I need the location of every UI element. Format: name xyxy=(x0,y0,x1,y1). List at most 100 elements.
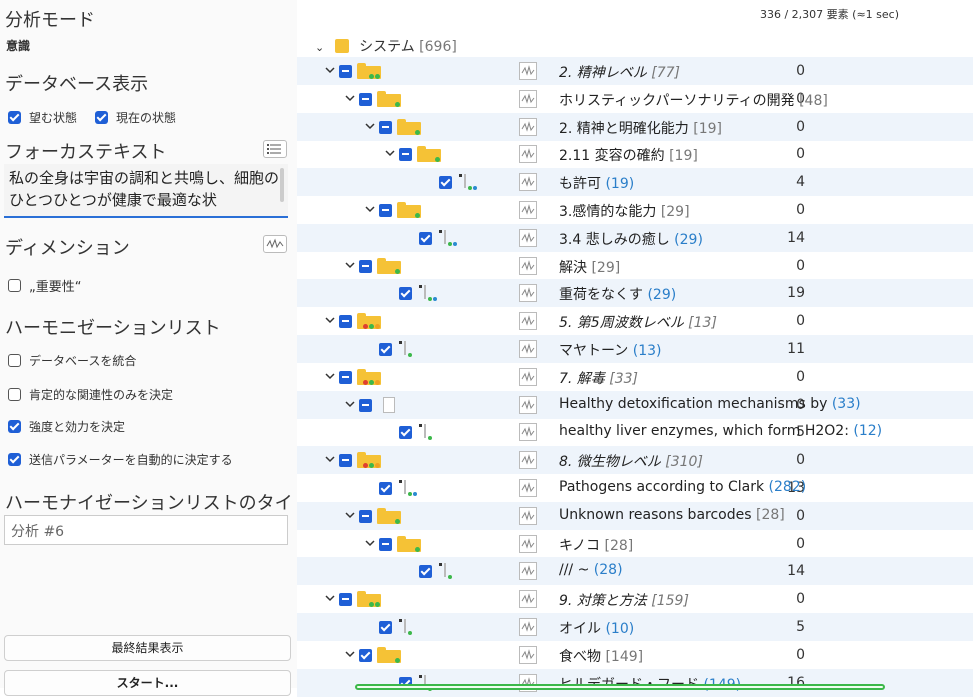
item-checkbox[interactable] xyxy=(399,426,412,440)
tree-row[interactable]: 4 も許可 (19) xyxy=(297,168,973,197)
waveform-icon[interactable] xyxy=(519,506,537,525)
tree-row[interactable]: 5 healthy liver enzymes, which form H2O2:… xyxy=(297,418,973,446)
waveform-icon[interactable] xyxy=(519,201,537,219)
waveform-icon[interactable] xyxy=(519,562,537,581)
autoparams-checkbox[interactable] xyxy=(8,453,21,466)
waveform-icon[interactable] xyxy=(519,228,537,247)
node-checkbox[interactable] xyxy=(339,65,352,78)
item-checkbox[interactable] xyxy=(419,231,432,245)
node-checkbox[interactable] xyxy=(359,398,372,412)
waveform-icon[interactable] xyxy=(263,235,287,253)
tree-row[interactable]: 0 キノコ [28] xyxy=(297,530,973,558)
chevron-down-icon[interactable] xyxy=(325,65,335,75)
chevron-down-icon[interactable] xyxy=(345,510,355,520)
tree-row[interactable]: 0 2. 精神と明確化能力 [19] xyxy=(297,112,973,141)
waveform-icon[interactable] xyxy=(519,284,537,303)
final-result-button[interactable]: 最終結果表示 xyxy=(4,635,291,661)
item-checkbox[interactable] xyxy=(399,287,412,301)
tree-row[interactable]: 16ヒルデガード・フード (149) xyxy=(297,668,973,697)
chevron-down-icon[interactable] xyxy=(345,649,355,659)
waveform-icon[interactable] xyxy=(519,312,537,331)
strength-checkbox[interactable] xyxy=(8,420,21,433)
waveform-icon[interactable] xyxy=(519,423,537,442)
chevron-down-icon[interactable] xyxy=(365,538,375,548)
focus-text-field[interactable]: 私の全身は宇宙の調和と共鳴し、細胞のひとつひとつが健康で最適な状 xyxy=(4,164,288,218)
node-checkbox[interactable] xyxy=(379,204,392,217)
node-checkbox[interactable] xyxy=(399,148,412,162)
folder-icon xyxy=(357,591,381,608)
importance-checkbox[interactable] xyxy=(8,279,21,292)
positive-only-checkbox[interactable] xyxy=(8,388,21,401)
tree-row[interactable]: 0 Healthy detoxification mechanisms by (3… xyxy=(297,390,973,419)
waveform-icon[interactable] xyxy=(519,645,537,664)
current-state-checkbox[interactable] xyxy=(95,111,109,124)
tree-row[interactable]: 0 ホリスティックパーソナリティの開発 [48] xyxy=(297,85,973,113)
node-checkbox[interactable] xyxy=(359,92,372,106)
tree-row[interactable]: 0 2. 精神レベル [77] xyxy=(297,57,973,85)
list-icon[interactable] xyxy=(263,140,287,158)
item-checkbox[interactable] xyxy=(379,482,392,495)
list-title-input[interactable]: 分析 #6 xyxy=(4,515,288,545)
tree-root[interactable]: ⌄ システム [696] xyxy=(315,36,457,56)
chevron-down-icon[interactable] xyxy=(345,260,355,270)
waveform-icon[interactable] xyxy=(519,62,537,80)
tree-row[interactable]: 0 7. 解毒 [33] xyxy=(297,363,973,391)
node-checkbox[interactable] xyxy=(339,454,352,468)
tree-row[interactable]: 14 3.4 悲しみの癒し (29) xyxy=(297,223,973,252)
waveform-icon[interactable] xyxy=(519,451,537,470)
node-checkbox[interactable] xyxy=(359,648,372,662)
tree-row[interactable]: 5 オイル (10) xyxy=(297,613,973,641)
tree-row[interactable]: 0 5. 第5周波数レベル [13] xyxy=(297,307,973,335)
item-checkbox[interactable] xyxy=(379,621,392,634)
row-label: Pathogens according to Clark (282) xyxy=(559,479,807,495)
tree-row[interactable]: 11 マヤトーン (13) xyxy=(297,335,973,363)
tree-row[interactable]: 0 Unknown reasons barcodes [28] xyxy=(297,501,973,530)
node-checkbox[interactable] xyxy=(379,537,392,551)
waveform-icon[interactable] xyxy=(519,395,537,414)
waveform-icon[interactable] xyxy=(519,145,537,164)
tree-row[interactable]: 0 2.11 変容の確約 [19] xyxy=(297,140,973,168)
node-checkbox[interactable] xyxy=(359,259,372,273)
chevron-down-icon[interactable] xyxy=(365,121,375,131)
waveform-icon[interactable] xyxy=(519,89,537,108)
waveform-icon[interactable] xyxy=(519,367,537,386)
item-checkbox[interactable] xyxy=(439,176,452,190)
tree-row[interactable]: 0 8. 微生物レベル [310] xyxy=(297,446,973,475)
tree-row[interactable]: 0 9. 対策と方法 [159] xyxy=(297,585,973,613)
node-checkbox[interactable] xyxy=(339,593,352,607)
waveform-icon[interactable] xyxy=(519,340,537,358)
chevron-down-icon[interactable] xyxy=(385,148,395,158)
analysis-mode-value[interactable]: 意識 xyxy=(6,37,30,54)
chevron-down-icon[interactable]: ⌄ xyxy=(315,41,324,54)
node-checkbox[interactable] xyxy=(379,120,392,134)
item-checkbox[interactable] xyxy=(419,565,432,579)
waveform-icon[interactable] xyxy=(519,256,537,275)
merge-db-checkbox[interactable] xyxy=(8,354,21,367)
tree-row[interactable]: 14 /// ~ (28) xyxy=(297,557,973,586)
chevron-down-icon[interactable] xyxy=(325,371,335,381)
tree-row[interactable]: 0 解決 [29] xyxy=(297,252,973,280)
desired-state-checkbox[interactable] xyxy=(8,111,21,124)
waveform-icon[interactable] xyxy=(519,479,537,497)
waveform-icon[interactable] xyxy=(519,173,537,192)
chevron-down-icon[interactable] xyxy=(325,454,335,464)
waveform-icon[interactable] xyxy=(519,618,537,636)
focus-text-scrollbar[interactable] xyxy=(280,168,284,202)
node-checkbox[interactable] xyxy=(359,509,372,523)
node-checkbox[interactable] xyxy=(339,370,352,384)
tree-row[interactable]: 13 Pathogens according to Clark (282) xyxy=(297,474,973,502)
tree-row[interactable]: 0 食べ物 [149] xyxy=(297,641,973,669)
chevron-down-icon[interactable] xyxy=(345,93,355,103)
chevron-down-icon[interactable] xyxy=(325,315,335,325)
item-checkbox[interactable] xyxy=(379,343,392,356)
waveform-icon[interactable] xyxy=(519,590,537,609)
start-button[interactable]: スタート... xyxy=(4,670,291,696)
waveform-icon[interactable] xyxy=(519,534,537,553)
chevron-down-icon[interactable] xyxy=(345,399,355,409)
tree-row[interactable]: 19 重荷をなくす (29) xyxy=(297,279,973,308)
chevron-down-icon[interactable] xyxy=(365,204,375,214)
node-checkbox[interactable] xyxy=(339,315,352,329)
tree-row[interactable]: 0 3.感情的な能力 [29] xyxy=(297,196,973,224)
chevron-down-icon[interactable] xyxy=(325,593,335,603)
waveform-icon[interactable] xyxy=(519,117,537,136)
